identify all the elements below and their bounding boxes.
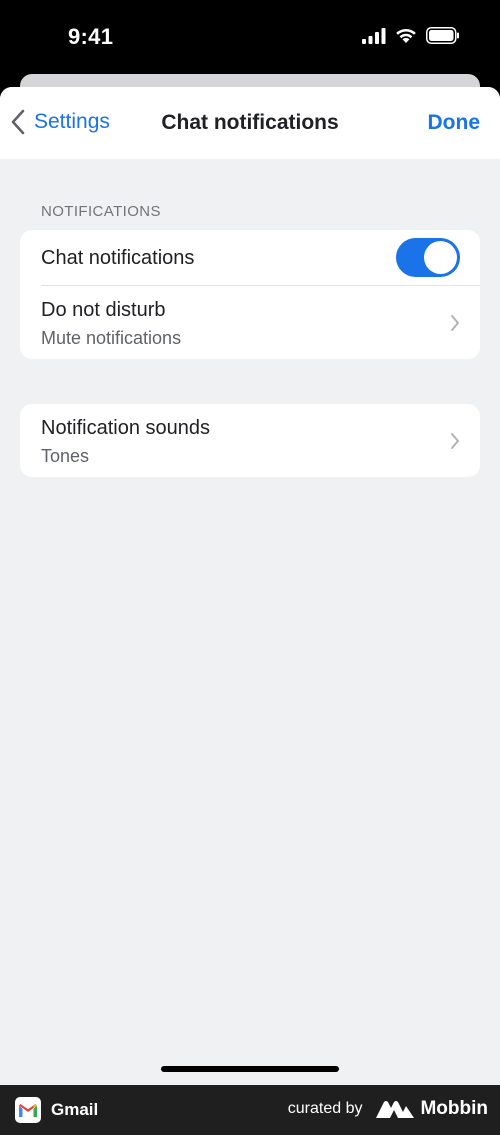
footer-credit: curated by Mobbin <box>288 1098 488 1120</box>
toggle-knob <box>424 241 457 274</box>
sounds-card: Notification sounds Tones <box>20 404 480 477</box>
mobbin-brand-name: Mobbin <box>420 1098 488 1119</box>
footer-app-name: Gmail <box>51 1100 99 1119</box>
curated-by-label: curated by <box>287 1100 363 1117</box>
status-icons <box>362 27 460 44</box>
mobbin-brand: Mobbin <box>376 1098 488 1120</box>
notifications-card: Chat notifications Do not disturb Mute n… <box>20 230 480 359</box>
chevron-right-icon <box>451 433 459 449</box>
status-bar: 9:41 <box>0 0 500 75</box>
cellular-signal-icon <box>362 27 386 44</box>
settings-sheet: Settings Chat notifications Done NOTIFIC… <box>0 87 500 1085</box>
notification-sounds-row[interactable]: Notification sounds Tones <box>20 404 480 477</box>
section-header: NOTIFICATIONS <box>41 203 161 220</box>
home-indicator <box>161 1066 339 1072</box>
done-button[interactable]: Done <box>428 111 481 135</box>
footer-bar: Gmail curated by Mobbin <box>0 1085 500 1135</box>
nav-bar: Settings Chat notifications Done <box>0 87 500 159</box>
chat-notifications-row: Chat notifications <box>20 230 480 286</box>
notification-sounds-label: Notification sounds <box>41 417 210 439</box>
status-time: 9:41 <box>68 24 114 49</box>
chat-notifications-toggle[interactable] <box>396 238 460 277</box>
gmail-logo-icon <box>15 1097 41 1123</box>
chevron-right-icon <box>451 315 459 331</box>
do-not-disturb-label: Do not disturb <box>41 299 166 321</box>
battery-icon <box>426 27 459 44</box>
chat-notifications-label: Chat notifications <box>41 247 195 269</box>
footer-app: Gmail <box>15 1097 98 1123</box>
notification-sounds-subtitle: Tones <box>41 446 90 466</box>
do-not-disturb-row[interactable]: Do not disturb Mute notifications <box>20 286 480 359</box>
wifi-icon <box>396 28 416 43</box>
page-title: Chat notifications <box>161 111 339 134</box>
do-not-disturb-subtitle: Mute notifications <box>41 328 182 348</box>
mobbin-logo-icon <box>376 1101 415 1118</box>
